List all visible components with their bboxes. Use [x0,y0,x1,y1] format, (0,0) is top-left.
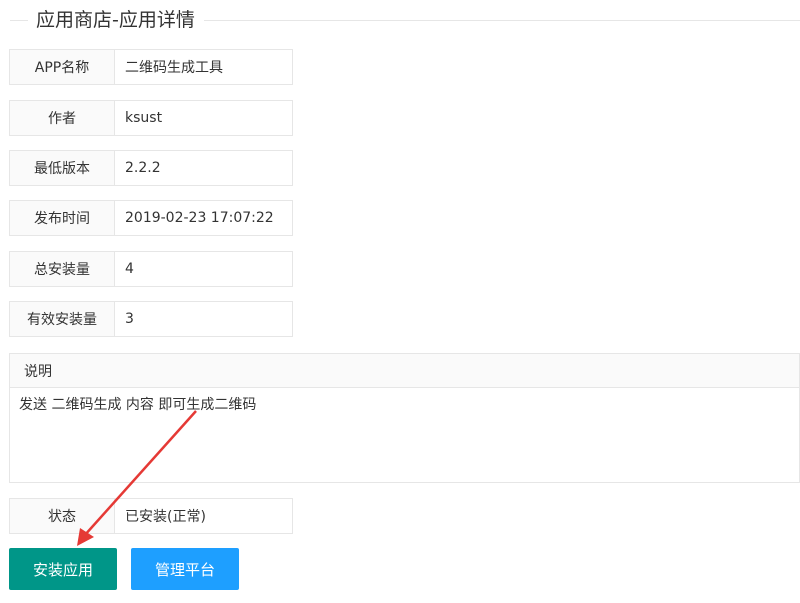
field-label: 有效安装量 [10,302,115,336]
field-label: APP名称 [10,50,115,84]
field-valid-installs: 有效安装量 3 [9,301,293,337]
field-label: 最低版本 [10,151,115,185]
field-author: 作者 ksust [9,100,293,136]
header-divider-right [204,20,800,21]
field-total-installs: 总安装量 4 [9,251,293,287]
field-label: 状态 [10,499,115,533]
field-label: 总安装量 [10,252,115,286]
page-title: 应用商店-应用详情 [36,9,195,31]
field-min-version: 最低版本 2.2.2 [9,150,293,186]
field-label: 作者 [10,101,115,135]
field-value: ksust [125,110,163,126]
field-label: 发布时间 [10,201,115,235]
description-label: 说明 [10,354,799,388]
field-value: 2019-02-23 17:07:22 [125,210,274,226]
field-value: 2.2.2 [125,160,161,176]
app-detail-page: 应用商店-应用详情 APP名称 二维码生成工具 作者 ksust 最低版本 2.… [0,0,800,603]
field-value: 3 [125,311,134,327]
header-divider-left [10,20,28,21]
install-app-button[interactable]: 安装应用 [9,548,117,590]
field-value: 4 [125,261,134,277]
field-value: 已安装(正常) [125,509,206,525]
field-status: 状态 已安装(正常) [9,498,293,534]
description-box: 说明 发送 二维码生成 内容 即可生成二维码 [9,353,800,483]
field-app-name: APP名称 二维码生成工具 [9,49,293,85]
manage-platform-button[interactable]: 管理平台 [131,548,239,590]
field-value: 二维码生成工具 [125,60,223,76]
description-text: 发送 二维码生成 内容 即可生成二维码 [19,397,257,413]
field-publish-time: 发布时间 2019-02-23 17:07:22 [9,200,293,236]
page-header: 应用商店-应用详情 [0,0,800,40]
